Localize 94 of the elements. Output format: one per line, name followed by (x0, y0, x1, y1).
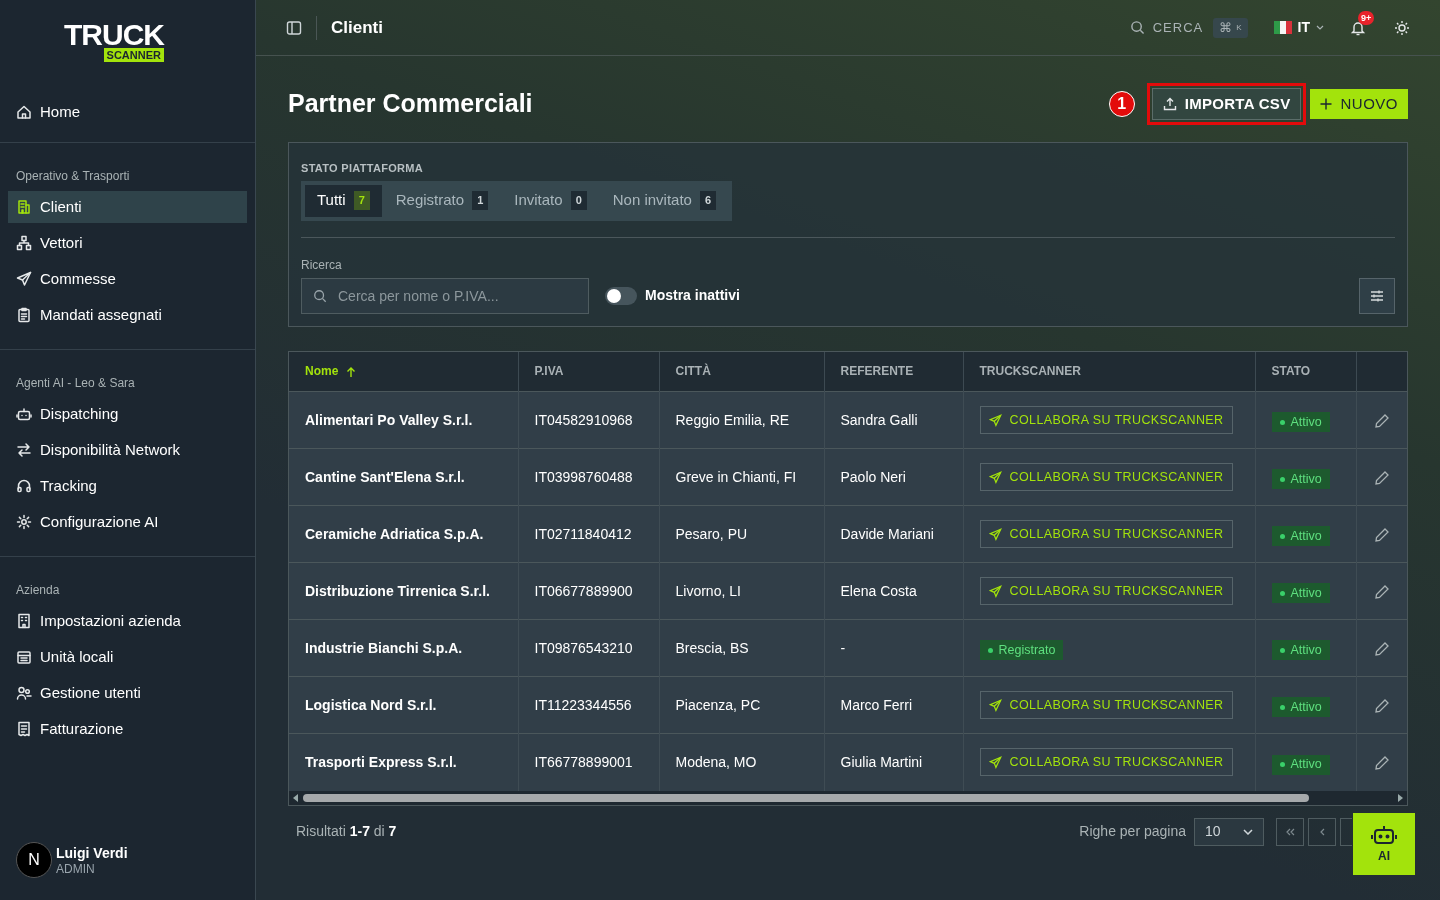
table-cell: IT11223344556 (518, 676, 659, 734)
table-cell: IT06677889900 (518, 562, 659, 620)
table-cell: Modena, MO (659, 733, 824, 791)
status-badge: Attivo (1271, 697, 1330, 718)
sidebar-item[interactable]: Unità locali (8, 641, 247, 673)
toggle-label: Mostra inattivi (645, 286, 740, 305)
table-cell: IT04582910968 (518, 391, 659, 449)
notification-badge: 9+ (1358, 10, 1375, 25)
column-header[interactable]: CITTÀ (659, 351, 824, 392)
sidebar-item[interactable]: Tracking (8, 470, 247, 502)
annotation-number: 1 (1108, 91, 1135, 117)
ai-assistant-button[interactable]: AI (1353, 813, 1415, 875)
table-cell: - (824, 619, 963, 677)
table-cell: Marco Ferri (824, 676, 963, 734)
collaborate-button[interactable]: COLLABORA SU TRUCKSCANNER (979, 406, 1233, 434)
collaborate-button[interactable]: COLLABORA SU TRUCKSCANNER (979, 691, 1233, 719)
table-cell: Livorno, LI (659, 562, 824, 620)
table-cell: Reggio Emilia, RE (659, 391, 824, 449)
table-cell: Pesaro, PU (659, 505, 824, 563)
rows-per-page-select[interactable]: 10 (1194, 817, 1264, 846)
sidebar-item[interactable]: Commesse (8, 263, 247, 295)
avatar: N (16, 842, 52, 878)
table-cell: IT03998760488 (518, 448, 659, 506)
results-count: Risultati 1-7 di 7 (296, 822, 397, 841)
table-cell: Giulia Martini (824, 733, 963, 791)
status-badge: Attivo (1271, 640, 1330, 661)
filter-tab[interactable]: Registrato 1 (383, 184, 501, 217)
import-csv-button[interactable]: IMPORTA CSV (1151, 88, 1302, 120)
sidebar-item[interactable]: Home (8, 96, 247, 128)
table-cell: IT02711840412 (518, 505, 659, 563)
sidebar-item[interactable]: Dispatching (8, 398, 247, 430)
search-field[interactable]: Cerca per nome o P.IVA... (301, 277, 589, 314)
shortcut-badge: ⌘ K (1213, 17, 1248, 38)
count-badge: 1 (472, 191, 489, 210)
sidebar-item[interactable]: Configurazione AI (8, 506, 247, 538)
count-badge: 7 (353, 191, 370, 210)
status-badge: Attivo (1271, 754, 1330, 775)
sidebar-item[interactable]: Gestione utenti (8, 677, 247, 709)
collaborate-button[interactable]: COLLABORA SU TRUCKSCANNER (979, 463, 1233, 491)
table-cell: IT09876543210 (518, 619, 659, 677)
sidebar-item[interactable]: Mandati assegnati (8, 299, 247, 331)
sidebar-section-title: Operativo & Trasporti (15, 168, 131, 185)
table-cell: Brescia, BS (659, 619, 824, 677)
table-cell: Paolo Neri (824, 448, 963, 506)
table-cell: Davide Mariani (824, 505, 963, 563)
sidebar-section-title: Azienda (15, 582, 61, 599)
registered-badge: Registrato (979, 640, 1064, 661)
count-badge: 0 (570, 191, 587, 210)
search-label: Ricerca (301, 256, 343, 274)
sidebar-item[interactable]: Disponibilità Network (8, 434, 247, 466)
table-cell: Sandra Galli (824, 391, 963, 449)
column-header[interactable]: TRUCKSCANNER (963, 351, 1255, 392)
filter-tab[interactable]: Tutti 7 (305, 184, 382, 217)
column-header[interactable]: Nome (289, 351, 518, 392)
count-badge: 6 (699, 191, 717, 210)
table-cell: Elena Costa (824, 562, 963, 620)
table-cell: Cantine Sant'Elena S.r.l. (289, 448, 518, 506)
language-selector[interactable]: IT (1273, 17, 1324, 38)
page-title: Partner Commerciali (288, 88, 533, 120)
page-header-title: Clienti (331, 16, 383, 39)
logo-wordmark: TRUCK (64, 20, 164, 50)
table-cell: Distribuzione Tirrenica S.r.l. (289, 562, 518, 620)
sidebar-item[interactable]: Vettori (8, 227, 247, 259)
filter-tab[interactable]: Invitato 0 (502, 184, 599, 217)
filter-tab[interactable]: Non invitato 6 (600, 184, 729, 217)
column-header[interactable]: STATO (1255, 351, 1356, 392)
sidebar-item[interactable]: Clienti (8, 191, 247, 223)
column-header[interactable]: REFERENTE (824, 351, 963, 392)
search-button[interactable]: CERCA (1129, 17, 1204, 38)
table-cell: Alimentari Po Valley S.r.l. (289, 391, 518, 449)
status-badge: Attivo (1271, 469, 1330, 490)
table-cell: Trasporti Express S.r.l. (289, 733, 518, 791)
logo: TRUCK SCANNER (63, 20, 164, 62)
status-badge: Attivo (1271, 526, 1330, 547)
table-cell: IT66778899001 (518, 733, 659, 791)
status-badge: Attivo (1271, 412, 1330, 433)
sidebar-item[interactable]: Fatturazione (8, 713, 247, 745)
collaborate-button[interactable]: COLLABORA SU TRUCKSCANNER (979, 520, 1233, 548)
user-name: Luigi Verdi (56, 844, 128, 862)
column-header[interactable]: P.IVA (518, 351, 659, 392)
sidebar-item[interactable]: Impostazioni azienda (8, 605, 247, 637)
filter-title: STATO PIATTAFORMA (301, 161, 424, 176)
table-cell: Industrie Bianchi S.p.A. (289, 619, 518, 677)
sidebar-section-title: Agenti AI - Leo & Sara (15, 375, 136, 392)
collaborate-button[interactable]: COLLABORA SU TRUCKSCANNER (979, 577, 1233, 605)
collaborate-button[interactable]: COLLABORA SU TRUCKSCANNER (979, 748, 1233, 777)
user-role: ADMIN (56, 862, 96, 876)
table-cell: Greve in Chianti, FI (659, 448, 824, 506)
table-cell: Ceramiche Adriatica S.p.A. (289, 505, 518, 563)
new-button[interactable]: NUOVO (1310, 89, 1408, 119)
table-cell: Piacenza, PC (659, 676, 824, 734)
rows-per-page-label: Righe per pagina (1079, 822, 1186, 841)
status-badge: Attivo (1271, 583, 1330, 604)
table-cell: Logistica Nord S.r.l. (289, 676, 518, 734)
